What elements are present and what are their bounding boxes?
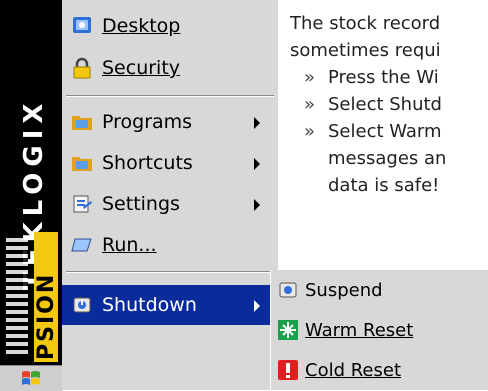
folder-icon (70, 110, 94, 134)
menu-item-run[interactable]: Run... (62, 225, 278, 265)
menu-item-shutdown[interactable]: Shutdown (62, 285, 278, 325)
menu-item-label: Programs (102, 111, 193, 133)
article-continuation: messages an (328, 148, 447, 169)
submenu-item-warm-reset[interactable]: Warm Reset (271, 310, 488, 350)
desktop-icon (70, 14, 94, 38)
submenu-item-label: Suspend (305, 279, 383, 301)
menu-item-label: Shutdown (102, 294, 197, 316)
brand-strip: TEKLOGIX PSION (0, 0, 62, 365)
article-bullet: » Press the Wi (304, 67, 439, 88)
article-intro-line-1: The stock record (290, 13, 441, 34)
menu-item-security[interactable]: Security (62, 48, 278, 88)
folder-icon (70, 151, 94, 175)
menu-item-desktop[interactable]: Desktop (62, 6, 278, 46)
menu-item-label: Desktop (102, 15, 181, 37)
windows-flag-icon (22, 370, 40, 385)
chevron-right-icon (254, 300, 260, 312)
settings-icon (70, 192, 94, 216)
menu-item-label: Security (102, 57, 181, 79)
lock-icon (70, 56, 94, 80)
article-bullet: » Select Warm (304, 121, 442, 142)
chevron-right-icon (254, 158, 260, 170)
shutdown-icon (70, 293, 94, 317)
submenu-item-label: Cold Reset (305, 359, 402, 381)
menu-item-programs[interactable]: Programs (62, 102, 278, 142)
psion-logo: PSION (0, 232, 62, 362)
shutdown-submenu: Suspend Warm Reset Cold Reset (270, 270, 488, 390)
article-bullet: » Select Shutd (304, 94, 442, 115)
chevron-right-icon (254, 117, 260, 129)
menu-item-label: Shortcuts (102, 152, 193, 174)
submenu-item-suspend[interactable]: Suspend (271, 270, 488, 310)
menu-item-shortcuts[interactable]: Shortcuts (62, 143, 278, 183)
article-text: The stock record sometimes requi » Press … (290, 10, 488, 199)
article-bullet-list: » Press the Wi » Select Shutd » Select Warm… (290, 64, 488, 199)
menu-item-settings[interactable]: Settings (62, 184, 278, 224)
start-button[interactable] (0, 365, 62, 391)
menu-item-label: Settings (102, 193, 180, 215)
suspend-icon (277, 279, 299, 301)
submenu-item-cold-reset[interactable]: Cold Reset (271, 350, 488, 390)
article-intro-line-2: sometimes requi (290, 40, 441, 61)
chevron-right-icon (254, 199, 260, 211)
cold-reset-icon (277, 359, 299, 381)
menu-item-label: Run... (102, 234, 157, 256)
start-menu: TEKLOGIX PSION Desktop Security Programs… (0, 0, 278, 391)
warm-reset-icon (277, 319, 299, 341)
menu-separator (66, 271, 274, 273)
run-icon (70, 233, 94, 257)
submenu-item-label: Warm Reset (305, 319, 414, 341)
article-continuation: data is safe! (328, 175, 440, 196)
menu-separator (66, 95, 274, 97)
